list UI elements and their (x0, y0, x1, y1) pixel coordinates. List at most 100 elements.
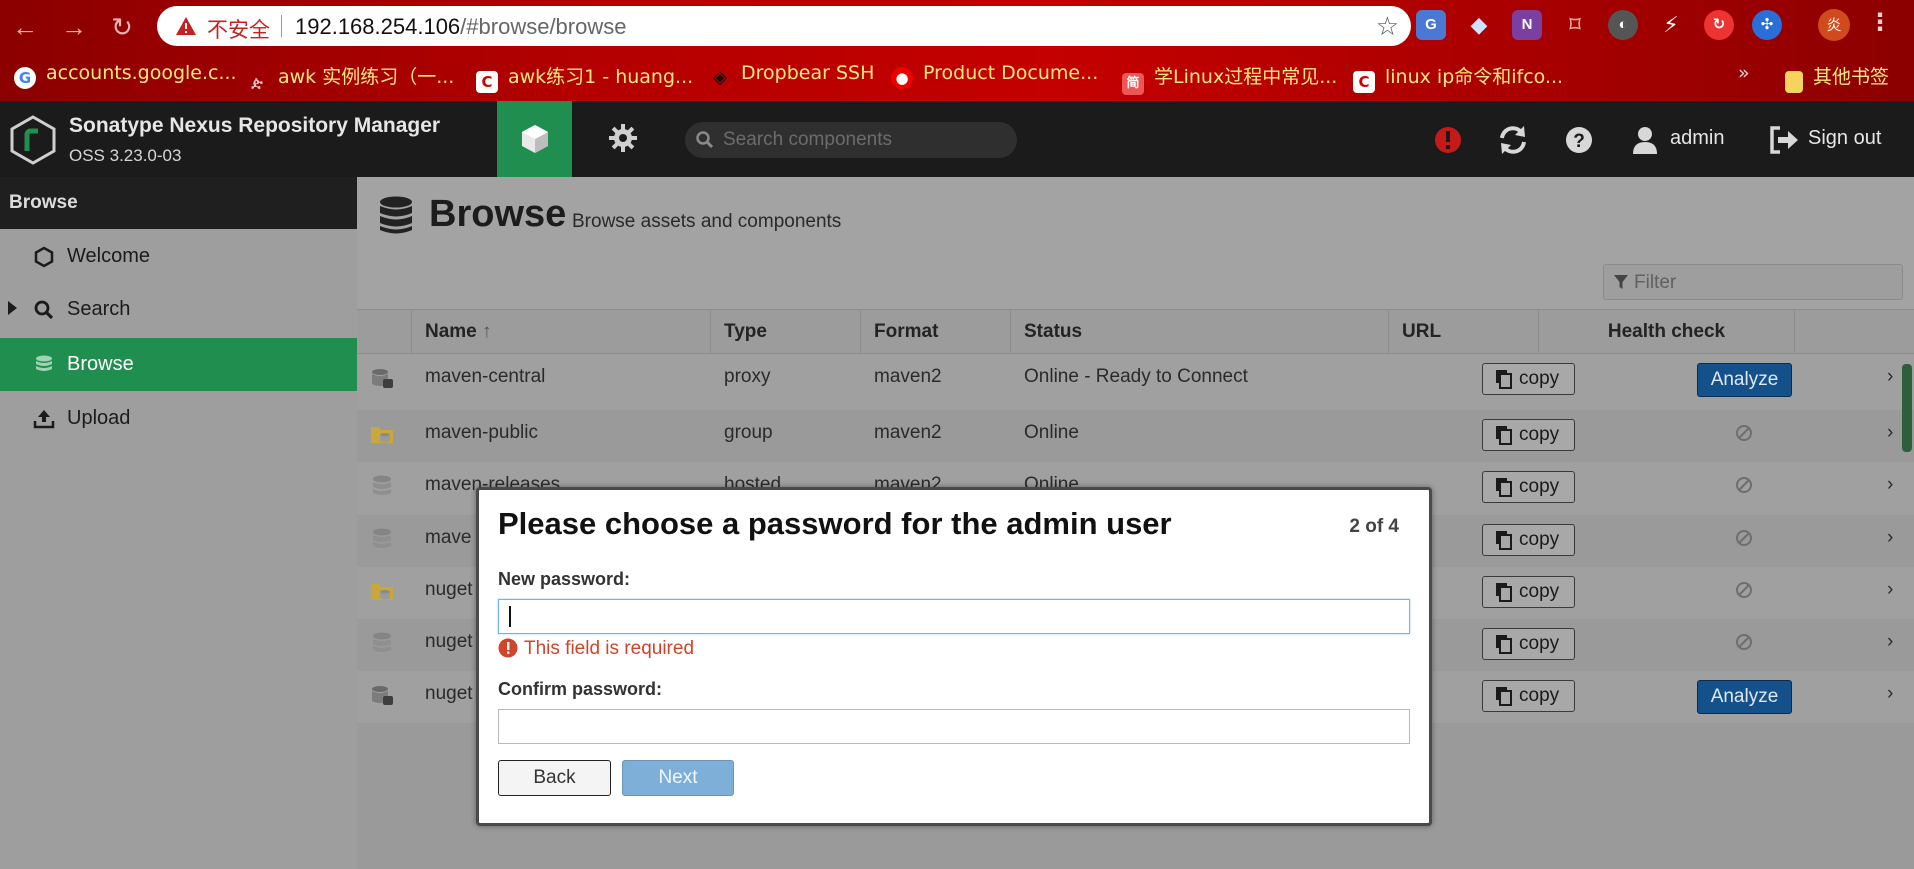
analyze-button[interactable]: Analyze (1697, 363, 1792, 397)
copy-url-button[interactable]: copy (1482, 524, 1575, 556)
bookmark-item[interactable]: Cawk练习1 - huang... (476, 62, 693, 93)
new-password-field[interactable] (498, 599, 1410, 634)
column-label: Name (425, 321, 477, 342)
copy-url-button[interactable]: copy (1482, 363, 1575, 395)
filter-input[interactable]: Filter (1603, 264, 1903, 300)
address-bar[interactable]: 不安全 192.168.254.106/#browse/browse ☆ (157, 6, 1411, 46)
chevron-right-icon[interactable]: › (1887, 683, 1893, 705)
menu-kebab-icon[interactable]: ⋮ (1868, 8, 1892, 37)
url-text[interactable]: 192.168.254.106/#browse/browse (295, 14, 626, 40)
profile-avatar[interactable]: 炎 (1818, 9, 1850, 41)
copy-icon (1496, 583, 1512, 602)
upload-icon (33, 410, 55, 429)
sidebar-item-label: Search (67, 298, 131, 320)
chevron-right-icon[interactable]: › (1887, 422, 1893, 444)
user-icon[interactable] (1628, 123, 1662, 157)
expand-caret-icon[interactable] (8, 301, 17, 315)
forward-arrow-icon[interactable]: → (57, 10, 91, 44)
chevron-right-icon[interactable]: › (1887, 579, 1893, 601)
sidebar-item-welcome[interactable]: Welcome (0, 230, 357, 283)
bookmark-item[interactable]: ዽ awk 实例练习（一... (246, 62, 455, 91)
repository-group-icon (371, 584, 393, 600)
diamond-extension-icon[interactable]: ◆ (1464, 10, 1494, 40)
sidebar-item-upload[interactable]: Upload (0, 392, 357, 445)
bookmark-label: 其他书签 (1813, 66, 1890, 88)
table-row[interactable]: maven-central proxy maven2 Online - Ready t… (357, 354, 1914, 410)
app-version: OSS 3.23.0-03 (69, 146, 182, 165)
google-icon: G (14, 67, 36, 89)
lightning-extension-icon[interactable]: ⚡ (1656, 10, 1686, 40)
bookmarks-bar: Gaccounts.google.c... ዽ awk 实例练习（一... Caw… (0, 56, 1914, 96)
network-extension-icon[interactable]: ✣ (1752, 10, 1782, 40)
next-button[interactable]: Next (622, 760, 734, 796)
bookmark-label: awk 实例练习（一... (278, 66, 455, 88)
sign-out-link[interactable]: Sign out (1808, 127, 1881, 150)
copy-label: copy (1519, 581, 1560, 602)
chevron-right-icon[interactable]: › (1887, 474, 1893, 496)
analyze-button[interactable]: Analyze (1697, 680, 1792, 714)
grid-header: Name ↑ Type Format Status URL Health che… (357, 309, 1914, 354)
bookmark-star-icon[interactable]: ☆ (1376, 11, 1399, 42)
confirm-password-field[interactable] (498, 709, 1410, 744)
unavailable-icon (1736, 425, 1752, 441)
reload-icon[interactable]: ↻ (105, 10, 139, 44)
bookmark-item[interactable]: ◈ Dropbear SSH (709, 62, 874, 90)
search-components-input[interactable]: Search components (685, 122, 1017, 158)
other-bookmarks[interactable]: ■ 其他书签 (1785, 62, 1890, 93)
copy-url-button[interactable]: copy (1482, 471, 1575, 503)
back-arrow-icon[interactable]: ← (8, 10, 42, 44)
scrollbar[interactable] (1902, 364, 1912, 452)
copy-label: copy (1519, 476, 1560, 497)
alert-icon[interactable] (1431, 123, 1465, 157)
column-header-format[interactable]: Format (861, 310, 1011, 354)
text-cursor (509, 606, 511, 627)
redhat-icon: ● (891, 67, 913, 89)
repository-hosted-icon (373, 632, 391, 652)
sidebar-item-search[interactable]: Search (0, 283, 357, 336)
repository-proxy-icon (372, 369, 393, 388)
chevron-right-icon[interactable]: › (1887, 527, 1893, 549)
bookmark-label: Dropbear SSH (741, 62, 875, 84)
column-header-health-check[interactable]: Health check (1539, 310, 1795, 354)
insecure-label: 不安全 (207, 18, 270, 42)
warning-triangle-icon (176, 17, 196, 35)
database-icon (380, 196, 412, 234)
bookmark-item[interactable]: ● Product Docume... (891, 62, 1098, 90)
user-name[interactable]: admin (1670, 127, 1724, 150)
url-path: /#browse/browse (460, 14, 627, 39)
bookmarks-overflow[interactable]: » (1738, 62, 1750, 90)
browse-mode-button[interactable] (497, 101, 572, 177)
chevron-right-icon[interactable]: › (1887, 631, 1893, 653)
column-header-type[interactable]: Type (711, 310, 861, 354)
copy-label: copy (1519, 685, 1560, 706)
sign-out-icon[interactable] (1766, 123, 1800, 157)
sidebar-item-browse[interactable]: Browse (0, 338, 357, 391)
sidebar-item-label: Browse (67, 353, 134, 375)
help-icon[interactable]: ? (1562, 123, 1596, 157)
copy-url-button[interactable]: copy (1482, 680, 1575, 712)
table-row[interactable]: maven-public group maven2 Online copy › (357, 410, 1914, 462)
bookmark-item[interactable]: Clinux ip命令和ifco... (1353, 62, 1563, 93)
column-header-status[interactable]: Status (1011, 310, 1389, 354)
refresh-icon[interactable] (1496, 123, 1530, 157)
bookmark-extension-icon[interactable]: ⌑ (1560, 10, 1590, 40)
column-header-url[interactable]: URL (1389, 310, 1539, 354)
cell-name: nuget (425, 683, 473, 704)
database-icon (36, 355, 52, 371)
bookmark-item[interactable]: Gaccounts.google.c... (14, 62, 237, 90)
column-header-name[interactable]: Name ↑ (412, 310, 711, 354)
admin-mode-button[interactable] (598, 101, 648, 177)
media-extension-icon[interactable]: ◐ (1608, 10, 1638, 40)
sync-extension-icon[interactable]: ↻ (1704, 10, 1734, 40)
onenote-extension-icon[interactable]: N (1512, 10, 1542, 40)
copy-url-button[interactable]: copy (1482, 628, 1575, 660)
bookmark-item[interactable]: 简学Linux过程中常见... (1122, 62, 1337, 95)
dialog-title: Please choose a password for the admin u… (498, 506, 1172, 541)
copy-url-button[interactable]: copy (1482, 576, 1575, 608)
cube-icon (522, 125, 548, 153)
chevron-right-icon[interactable]: › (1887, 366, 1893, 388)
translate-extension-icon[interactable]: G (1416, 10, 1446, 40)
back-button[interactable]: Back (498, 760, 611, 796)
copy-label: copy (1519, 368, 1560, 389)
copy-url-button[interactable]: copy (1482, 419, 1575, 451)
